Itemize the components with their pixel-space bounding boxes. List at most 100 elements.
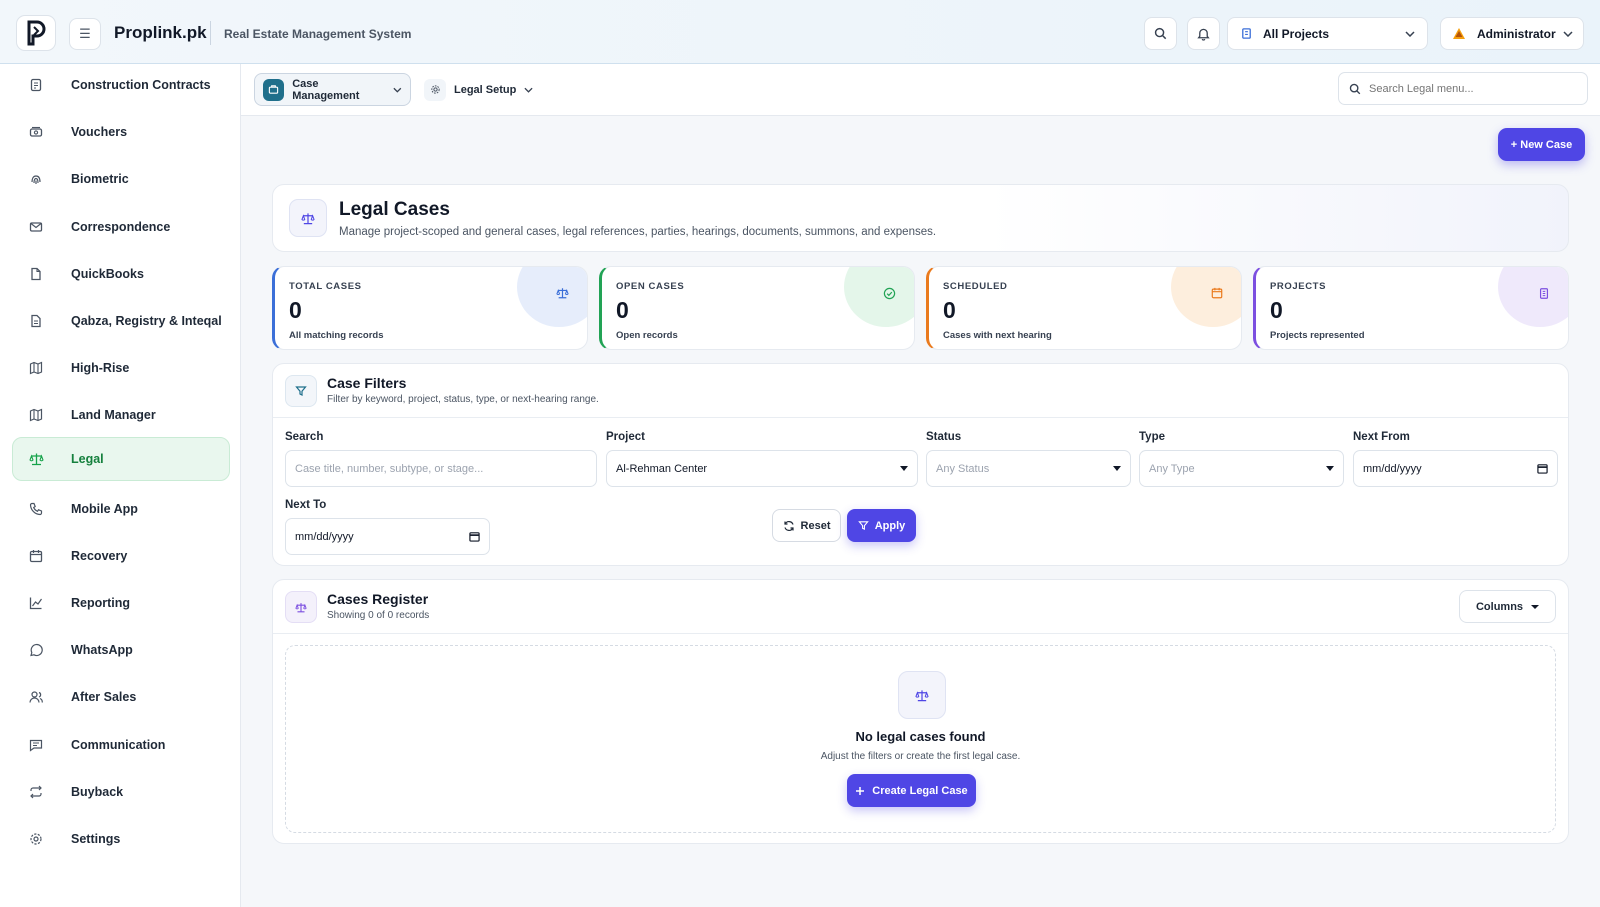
legal-cases-header: Legal Cases Manage project-scoped and ge… [272,184,1569,252]
sidebar-item-communication[interactable]: Communication [12,724,230,766]
filter-icon [857,521,869,531]
legal-menu-search-input[interactable] [1369,82,1569,95]
sidebar-item-reporting[interactable]: Reporting [12,582,230,624]
case-management-label: Case Management [292,77,360,102]
stat-value: 0 [289,297,302,323]
stat-value: 0 [943,297,956,323]
sidebar-item-construction-contracts[interactable]: Construction Contracts [12,64,230,106]
sidebar-item-qabza-registry[interactable]: Qabza, Registry & Inteqal [12,300,230,342]
type-select-value: Any Type [1149,462,1195,475]
stat-card-decoration [844,267,914,327]
scale-icon [556,287,569,299]
global-search-button[interactable] [1144,17,1177,50]
search-input[interactable] [295,462,587,475]
calendar-icon [13,549,59,563]
sidebar-item-label: Vouchers [71,125,128,139]
legal-subnav: Case Management Legal Setup [241,64,1600,116]
scale-icon [898,671,946,719]
mail-icon [13,220,59,234]
sidebar-item-mobile-app[interactable]: Mobile App [12,488,230,530]
reset-button[interactable]: Reset [772,509,841,542]
sidebar-item-high-rise[interactable]: High-Rise [12,347,230,389]
search-field[interactable] [285,450,597,487]
legal-setup-label: Legal Setup [454,83,517,96]
stat-card-total-cases: TOTAL CASES 0 All matching records [272,266,588,350]
type-select[interactable]: Any Type [1139,450,1344,487]
calendar-icon [469,532,480,542]
legal-setup-menu[interactable]: Legal Setup [424,73,533,106]
stat-card-open-cases: OPEN CASES 0 Open records [599,266,915,350]
sidebar-item-recovery[interactable]: Recovery [12,535,230,577]
stat-value: 0 [1270,297,1283,323]
next-from-date[interactable]: mm/dd/yyyy [1353,450,1558,487]
sidebar-item-label: Buyback [71,785,124,799]
next-to-date[interactable]: mm/dd/yyyy [285,518,490,555]
brand-subtitle: Real Estate Management System [224,27,412,41]
contract-icon [13,78,59,92]
search-label: Search [285,431,324,443]
project-selector[interactable]: All Projects [1227,17,1428,50]
caret-down-icon [1326,466,1334,471]
sidebar-item-label: Biometric [71,172,129,186]
new-case-button[interactable]: + New Case [1498,128,1585,161]
empty-state: No legal cases found Adjust the filters … [285,645,1556,833]
register-title: Cases Register [327,591,429,607]
sidebar-item-quickbooks[interactable]: QuickBooks [12,253,230,295]
menu-toggle-button[interactable]: ☰ [69,18,101,50]
sidebar-item-whatsapp[interactable]: WhatsApp [12,629,230,671]
scale-icon [13,452,59,466]
sidebar-item-label: Qabza, Registry & Inteqal [71,314,222,328]
type-label: Type [1139,431,1165,443]
stat-card-decoration [1498,267,1568,327]
next-from-value: mm/dd/yyyy [1363,462,1422,475]
filter-icon [285,375,317,407]
sidebar-item-after-sales[interactable]: After Sales [12,676,230,718]
sidebar-item-biometric[interactable]: Biometric [12,158,230,200]
sidebar-item-correspondence[interactable]: Correspondence [12,206,230,248]
sidebar-item-legal[interactable]: Legal [12,437,230,481]
register-count: Showing 0 of 0 records [327,610,430,621]
bell-icon [1197,28,1210,41]
scale-icon [285,591,317,623]
legal-menu-search[interactable] [1338,72,1588,105]
sidebar-item-label: Settings [71,832,121,846]
stat-label: OPEN CASES [616,281,685,292]
columns-button[interactable]: Columns [1459,590,1556,623]
next-to-value: mm/dd/yyyy [295,530,354,543]
user-menu[interactable]: Administrator [1440,17,1584,50]
sidebar-item-land-manager[interactable]: Land Manager [12,394,230,436]
chart-icon [13,596,59,610]
sidebar-item-buyback[interactable]: Buyback [12,771,230,813]
sidebar-item-label: Reporting [71,596,131,610]
sidebar-item-label: Correspondence [71,220,171,234]
check-circle-icon [883,287,896,300]
case-management-menu[interactable]: Case Management [254,73,411,106]
gear-icon [13,832,59,846]
repeat-icon [13,785,59,799]
apply-button[interactable]: Apply [847,509,916,542]
sidebar-item-label: High-Rise [71,361,130,375]
stat-card-projects: PROJECTS 0 Projects represented [1253,266,1569,350]
sidebar-item-label: QuickBooks [71,267,144,281]
building-icon [1538,287,1550,300]
notifications-button[interactable] [1187,17,1220,50]
status-select[interactable]: Any Status [926,450,1131,487]
briefcase-icon [263,78,285,101]
stat-label: SCHEDULED [943,281,1008,292]
sidebar-item-label: After Sales [71,690,137,704]
stat-caption: Projects represented [1270,330,1365,341]
sidebar-item-settings[interactable]: Settings [12,818,230,860]
stat-label: TOTAL CASES [289,281,362,292]
sidebar-item-label: Construction Contracts [71,78,211,92]
next-to-label: Next To [285,499,327,511]
voucher-icon [13,125,59,139]
chevron-down-icon [1405,30,1415,37]
stat-card-decoration [1171,267,1241,327]
create-legal-case-button[interactable]: Create Legal Case [847,774,976,807]
app-logo[interactable] [16,15,56,51]
project-select[interactable]: Al-Rehman Center [606,450,918,487]
calendar-icon [1537,464,1548,474]
project-select-value: Al-Rehman Center [616,462,708,475]
stat-caption: Cases with next hearing [943,330,1052,341]
sidebar-item-vouchers[interactable]: Vouchers [12,111,230,153]
